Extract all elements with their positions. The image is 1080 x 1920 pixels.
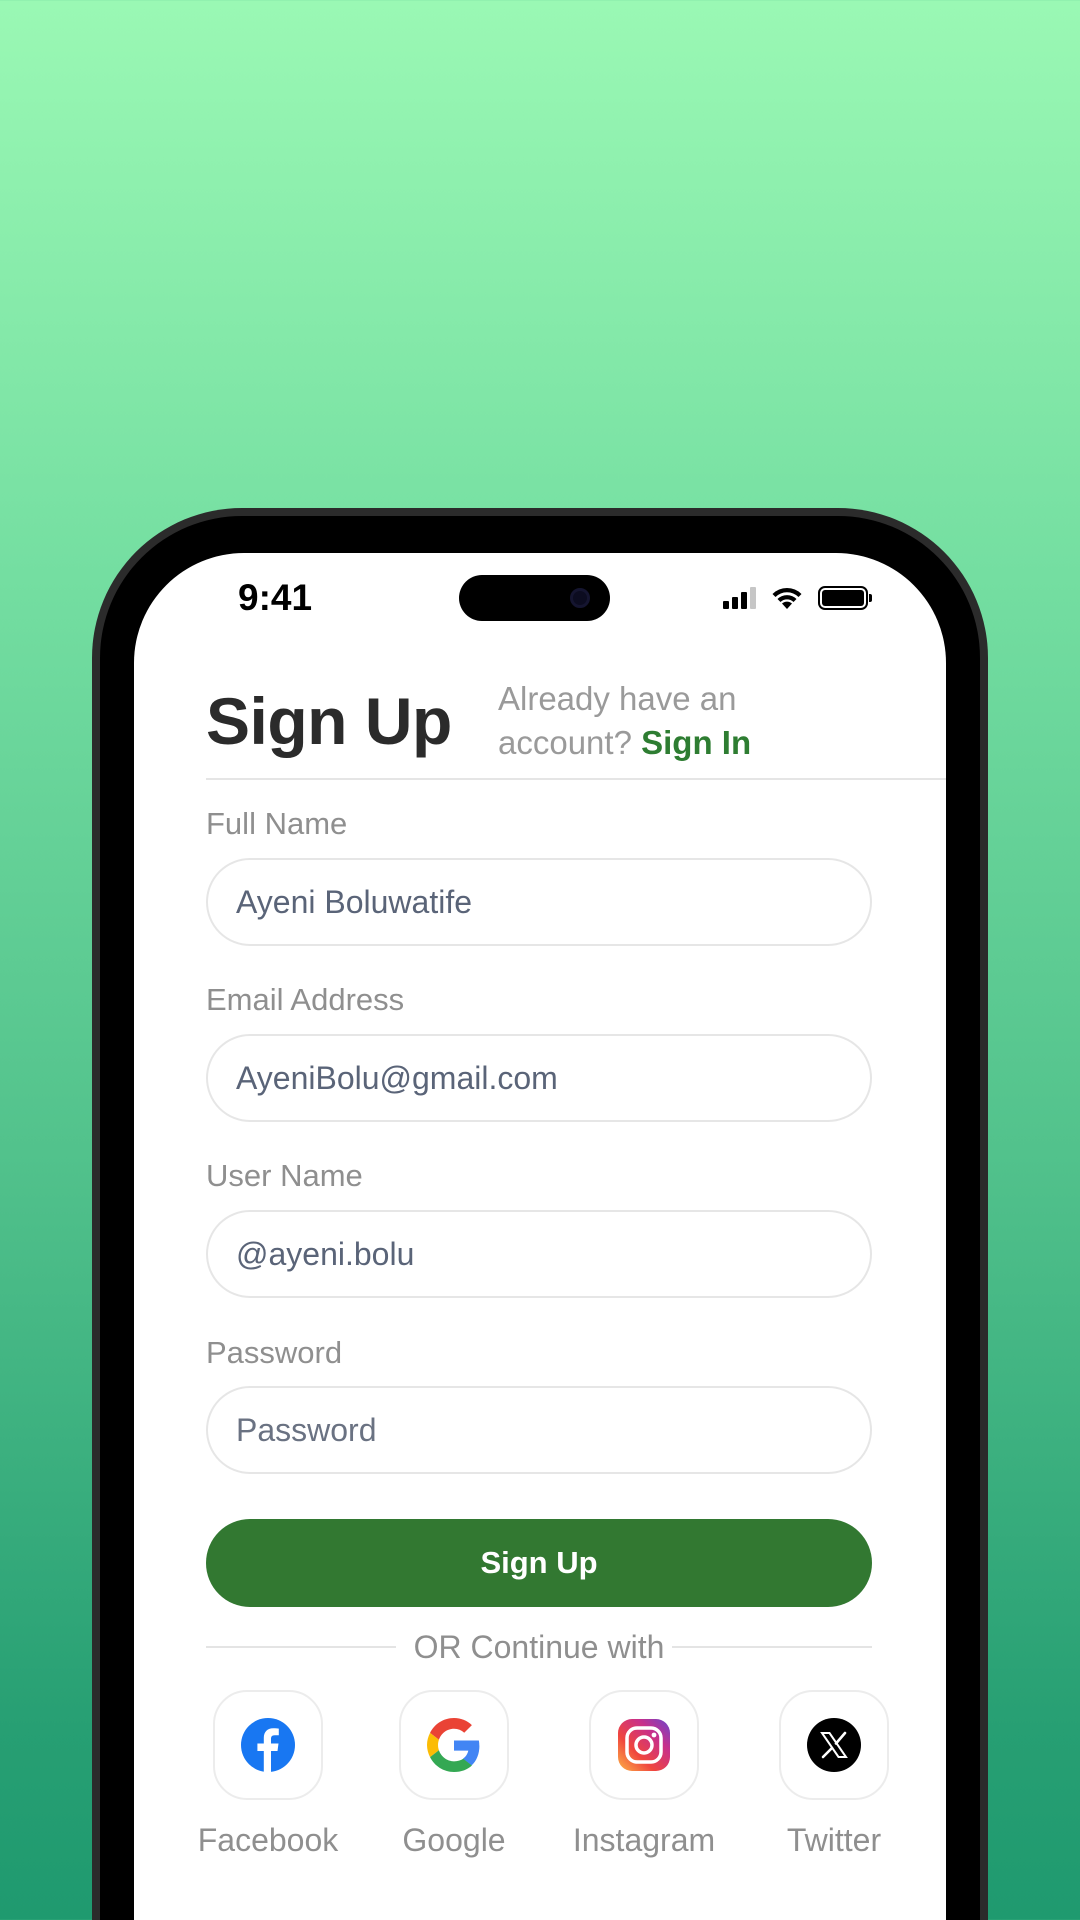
dynamic-island: [459, 575, 610, 621]
or-continue-text: OR Continue with: [413, 1629, 665, 1665]
username-input[interactable]: [206, 1210, 872, 1298]
sign-in-prompt: Already have an account? Sign In: [498, 677, 798, 765]
password-label: Password: [206, 1335, 343, 1370]
page-title: Sign Up: [206, 684, 452, 758]
twitter-label: Twitter: [786, 1822, 882, 1858]
google-login-button[interactable]: Google: [379, 1690, 529, 1859]
google-label: Google: [402, 1822, 506, 1858]
status-time: 9:41: [238, 577, 313, 618]
google-icon: [427, 1718, 480, 1772]
facebook-icon: [241, 1718, 295, 1772]
x-twitter-icon: [807, 1718, 861, 1772]
full-name-label: Full Name: [206, 806, 348, 841]
phone-bezel: 9:41 Sign Up Already have an account? Si…: [100, 516, 980, 1920]
twitter-login-button[interactable]: Twitter: [759, 1690, 909, 1859]
sign-in-link[interactable]: Sign In: [641, 724, 751, 761]
facebook-tile[interactable]: [213, 1690, 323, 1800]
wifi-icon: [772, 587, 802, 609]
username-label: User Name: [206, 1158, 363, 1193]
or-divider: OR Continue with: [206, 1589, 872, 1665]
header-divider: [206, 778, 946, 780]
phone-frame: 9:41 Sign Up Already have an account? Si…: [92, 508, 988, 1920]
battery-icon: [818, 585, 872, 610]
instagram-tile[interactable]: [589, 1690, 699, 1800]
instagram-icon: [618, 1719, 670, 1771]
camera-icon: [570, 588, 590, 608]
google-tile[interactable]: [399, 1690, 509, 1800]
facebook-label: Facebook: [197, 1822, 339, 1858]
status-icons: [723, 585, 872, 610]
instagram-label: Instagram: [572, 1822, 716, 1858]
full-name-input[interactable]: [206, 858, 872, 946]
email-label: Email Address: [206, 982, 405, 1017]
facebook-login-button[interactable]: Facebook: [193, 1690, 343, 1859]
twitter-tile[interactable]: [779, 1690, 889, 1800]
screen: 9:41 Sign Up Already have an account? Si…: [134, 553, 946, 1920]
password-input[interactable]: [206, 1386, 872, 1474]
instagram-login-button[interactable]: Instagram: [569, 1690, 719, 1859]
email-input[interactable]: [206, 1034, 872, 1122]
cellular-signal-icon: [723, 586, 756, 609]
